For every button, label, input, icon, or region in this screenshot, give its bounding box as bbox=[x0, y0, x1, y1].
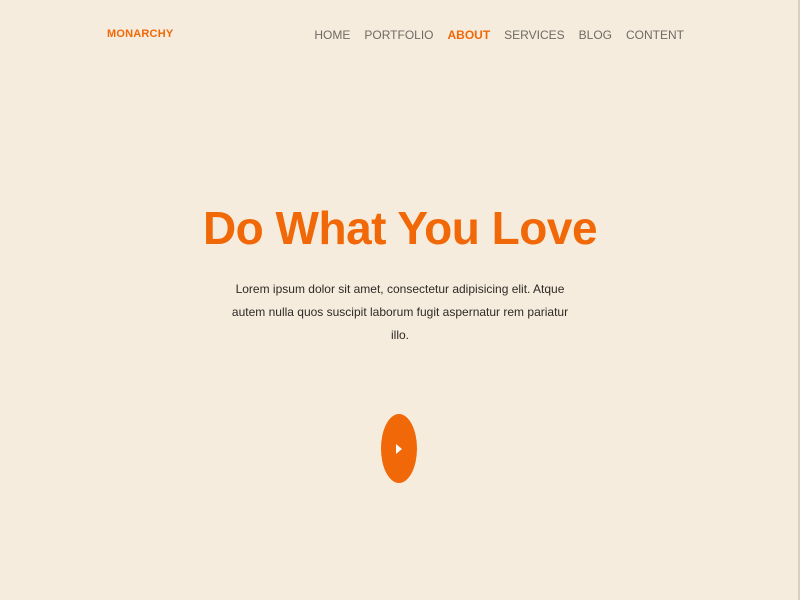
nav-item-blog[interactable]: BLOG bbox=[579, 27, 612, 43]
nav-item-content[interactable]: CONTENT bbox=[626, 27, 684, 43]
main-nav: HOME PORTFOLIO ABOUT SERVICES BLOG CONTE… bbox=[314, 27, 684, 43]
page: MONARCHY HOME PORTFOLIO ABOUT SERVICES B… bbox=[0, 0, 800, 600]
hero-description: Lorem ipsum dolor sit amet, consectetur … bbox=[231, 282, 569, 342]
hero-title: Do What You Love bbox=[202, 202, 598, 254]
nav-item-home[interactable]: HOME bbox=[314, 27, 350, 43]
hero-section: Do What You Love Lorem ipsum dolor sit a… bbox=[0, 198, 800, 347]
play-button[interactable] bbox=[381, 414, 417, 483]
nav-item-about[interactable]: ABOUT bbox=[448, 27, 491, 43]
play-icon bbox=[396, 443, 402, 454]
nav-item-portfolio[interactable]: PORTFOLIO bbox=[364, 27, 433, 43]
site-logo[interactable]: MONARCHY bbox=[107, 27, 173, 41]
nav-item-services[interactable]: SERVICES bbox=[504, 27, 564, 43]
